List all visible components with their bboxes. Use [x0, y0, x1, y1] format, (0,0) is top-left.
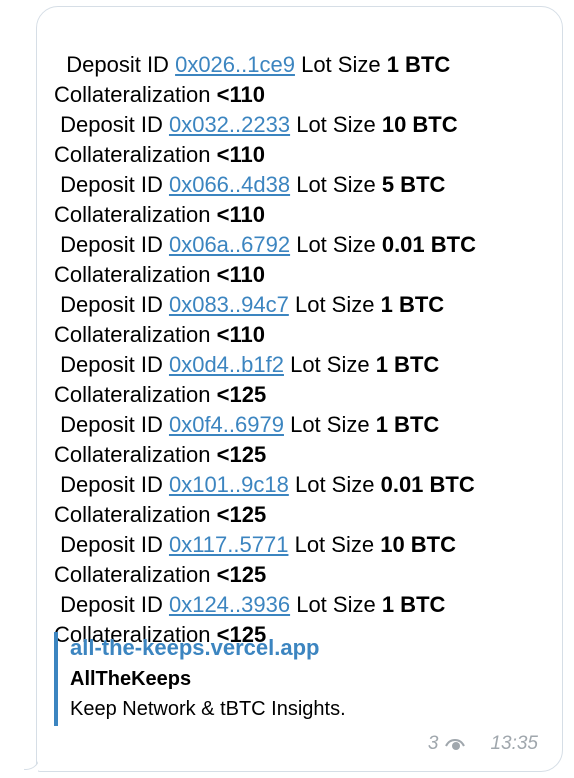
deposit-entry: Deposit ID 0x083..94c7 Lot Size 1 BTC Co…	[54, 292, 444, 347]
coll-value: <125	[216, 562, 267, 587]
coll-value: <125	[216, 442, 267, 467]
deposit-id-link[interactable]: 0x0f4..6979	[169, 412, 284, 437]
lot-label: Lot Size	[301, 52, 381, 77]
coll-label: Collateralization	[54, 202, 211, 227]
lot-value: 5 BTC	[381, 172, 446, 197]
link-preview[interactable]: all-the-keeps.vercel.app AllTheKeeps Kee…	[54, 632, 524, 726]
lot-value: 1 BTC	[386, 52, 451, 77]
deposit-label: Deposit ID	[60, 412, 163, 437]
message-text: Deposit ID 0x026..1ce9 Lot Size 1 BTC Co…	[54, 20, 544, 650]
deposit-label: Deposit ID	[60, 232, 163, 257]
coll-value: <110	[216, 262, 265, 287]
coll-label: Collateralization	[54, 262, 211, 287]
preview-site-name[interactable]: all-the-keeps.vercel.app	[70, 632, 524, 664]
message-meta: 3 13:35	[428, 733, 538, 755]
deposit-label: Deposit ID	[60, 112, 163, 137]
deposit-label: Deposit ID	[60, 472, 163, 497]
coll-value: <110	[216, 142, 265, 167]
lot-value: 1 BTC	[375, 352, 440, 377]
deposit-id-link[interactable]: 0x117..5771	[169, 532, 288, 557]
lot-label: Lot Size	[296, 172, 376, 197]
deposit-label: Deposit ID	[60, 532, 163, 557]
lot-value: 1 BTC	[381, 592, 446, 617]
coll-value: <125	[216, 502, 267, 527]
message-time: 13:35	[490, 733, 538, 754]
lot-value: 1 BTC	[380, 292, 445, 317]
lot-value: 1 BTC	[375, 412, 440, 437]
deposit-id-link[interactable]: 0x101..9c18	[169, 472, 289, 497]
preview-description: Keep Network & tBTC Insights.	[70, 698, 346, 720]
deposit-id-link[interactable]: 0x032..2233	[169, 112, 290, 137]
deposit-label: Deposit ID	[60, 592, 163, 617]
deposit-id-link[interactable]: 0x124..3936	[169, 592, 290, 617]
lot-label: Lot Size	[294, 532, 375, 557]
deposit-entry: Deposit ID 0x032..2233 Lot Size 10 BTC C…	[54, 112, 458, 167]
coll-label: Collateralization	[54, 322, 211, 347]
coll-label: Collateralization	[54, 562, 211, 587]
lot-label: Lot Size	[290, 412, 370, 437]
coll-label: Collateralization	[54, 142, 211, 167]
eye-icon	[444, 736, 466, 752]
coll-label: Collateralization	[54, 82, 211, 107]
deposit-label: Deposit ID	[60, 292, 163, 317]
coll-value: <125	[216, 382, 267, 407]
lot-value: 10 BTC	[381, 112, 458, 137]
lot-label: Lot Size	[294, 472, 375, 497]
lot-label: Lot Size	[296, 112, 376, 137]
deposit-label: Deposit ID	[60, 352, 163, 377]
coll-value: <110	[216, 202, 265, 227]
deposit-label: Deposit ID	[66, 52, 169, 77]
deposit-entry: Deposit ID 0x0f4..6979 Lot Size 1 BTC Co…	[54, 412, 439, 467]
deposit-entry: Deposit ID 0x101..9c18 Lot Size 0.01 BTC…	[54, 472, 475, 527]
coll-label: Collateralization	[54, 382, 211, 407]
deposit-entry: Deposit ID 0x0d4..b1f2 Lot Size 1 BTC Co…	[54, 352, 439, 407]
deposit-entry: Deposit ID 0x06a..6792 Lot Size 0.01 BTC…	[54, 232, 482, 287]
coll-label: Collateralization	[54, 442, 211, 467]
coll-value: <110	[216, 82, 265, 107]
deposit-id-link[interactable]: 0x066..4d38	[169, 172, 290, 197]
preview-title: AllTheKeeps	[70, 668, 192, 690]
lot-value: 0.01 BTC	[380, 472, 475, 497]
lot-value: 10 BTC	[380, 532, 456, 557]
deposit-id-link[interactable]: 0x06a..6792	[169, 232, 290, 257]
coll-label: Collateralization	[54, 502, 211, 527]
lot-label: Lot Size	[290, 352, 370, 377]
deposit-entry: Deposit ID 0x066..4d38 Lot Size 5 BTC Co…	[54, 172, 445, 227]
deposit-entry: Deposit ID 0x117..5771 Lot Size 10 BTC C…	[54, 532, 456, 587]
lot-label: Lot Size	[294, 292, 375, 317]
coll-value: <110	[216, 322, 265, 347]
lot-label: Lot Size	[296, 592, 376, 617]
lot-value: 0.01 BTC	[381, 232, 476, 257]
deposit-id-link[interactable]: 0x0d4..b1f2	[169, 352, 284, 377]
bubble-tail	[24, 758, 38, 772]
lot-label: Lot Size	[296, 232, 376, 257]
deposit-entry: Deposit ID 0x026..1ce9 Lot Size 1 BTC Co…	[54, 52, 450, 107]
deposit-id-link[interactable]: 0x026..1ce9	[175, 52, 295, 77]
deposit-label: Deposit ID	[60, 172, 163, 197]
deposit-id-link[interactable]: 0x083..94c7	[169, 292, 289, 317]
view-count: 3	[427, 733, 439, 754]
